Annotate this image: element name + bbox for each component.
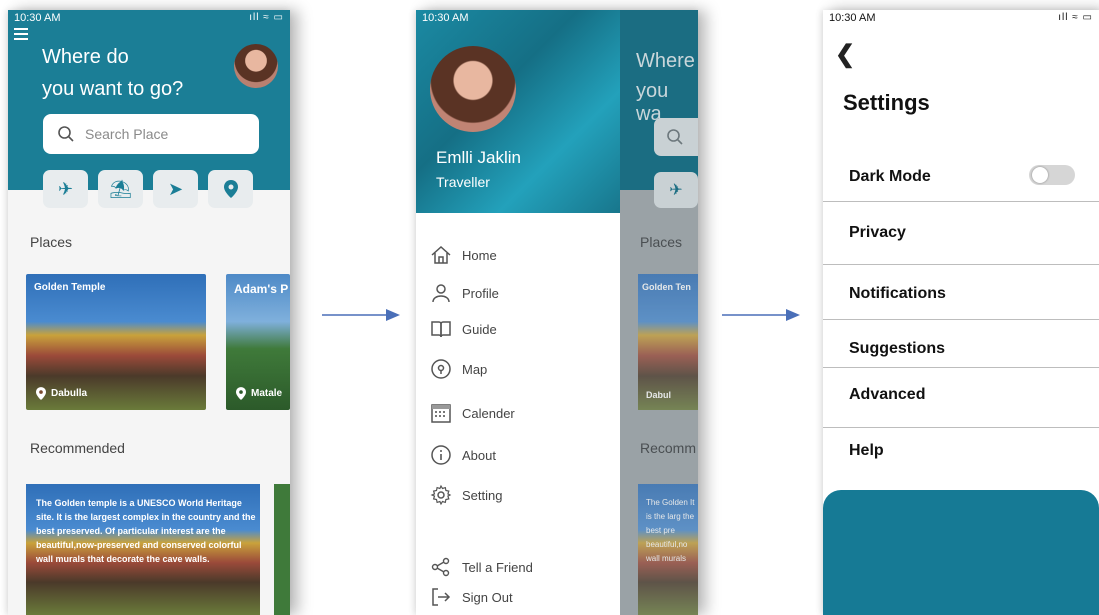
book-icon — [431, 321, 451, 338]
underlying-search — [654, 118, 698, 156]
bottom-panel — [823, 490, 1099, 615]
recommended-heading: Recommended — [30, 440, 125, 456]
chevron-left-icon[interactable]: ❮ — [835, 40, 855, 69]
calendar-icon — [431, 404, 451, 423]
drawer-header: 10:30 AM Emlli Jaklin Traveller — [416, 10, 620, 213]
menu-item-map[interactable]: Map — [430, 358, 487, 380]
underlying-question-line1: Where — [636, 50, 695, 72]
place-location: Dabulla — [36, 387, 87, 400]
flow-arrow — [322, 309, 400, 321]
sign-out-icon — [432, 588, 451, 606]
location-pin-icon[interactable] — [208, 170, 253, 208]
settings-row-privacy[interactable]: Privacy — [823, 202, 1099, 265]
airplane-icon[interactable]: ✈ — [43, 170, 88, 208]
status-icons: ıll ≈ ▭ — [1058, 12, 1093, 23]
search-icon — [58, 126, 74, 142]
underlying-places-heading: Places — [640, 234, 683, 250]
places-heading: Places — [30, 234, 73, 250]
status-bar: 10:30 AM — [416, 10, 620, 28]
underlying-recommended-card: The Golden It is the larg the best pre b… — [638, 484, 698, 615]
header-question-line1: Where do — [42, 46, 129, 68]
menu-item-tell-a-friend[interactable]: Tell a Friend — [430, 556, 533, 578]
status-bar: 10:30 AM ıll ≈ ▭ — [8, 10, 290, 28]
place-card-golden-temple[interactable]: Golden Temple Dabulla — [26, 274, 206, 410]
underlying-place-card: Golden Ten Dabul — [638, 274, 698, 410]
settings-row-advanced[interactable]: Advanced — [823, 368, 1099, 428]
airplane-icon: ✈ — [654, 172, 698, 208]
dark-mode-toggle[interactable] — [1029, 165, 1075, 185]
side-drawer: 10:30 AM Emlli Jaklin Traveller Home Pro… — [416, 10, 620, 615]
header-question-line2: you want to go? — [42, 78, 184, 100]
user-name: Emlli Jaklin — [436, 148, 522, 167]
status-time: 10:30 AM — [422, 12, 469, 24]
menu-item-calender[interactable]: Calender — [430, 402, 515, 424]
underlying-home-screen: Where you wa ✈ Places Golden Ten Dabul R… — [620, 10, 698, 615]
info-icon — [431, 445, 451, 465]
recommended-card-next[interactable] — [274, 484, 290, 615]
menu-item-guide[interactable]: Guide — [430, 318, 497, 340]
status-bar: 10:30 AM ıll ≈ ▭ — [823, 10, 1099, 28]
navigation-arrow-icon[interactable]: ➤ — [153, 170, 198, 208]
settings-row-notifications[interactable]: Notifications — [823, 265, 1099, 320]
profile-avatar[interactable] — [430, 46, 516, 132]
map-pin-icon — [431, 359, 451, 379]
status-time: 10:30 AM — [829, 12, 876, 24]
menu-item-about[interactable]: About — [430, 444, 496, 466]
menu-item-sign-out[interactable]: Sign Out — [430, 586, 513, 608]
home-icon — [431, 245, 451, 264]
location-pin-icon — [236, 387, 246, 400]
category-buttons: ✈ ⛱ ➤ — [43, 170, 253, 208]
place-title: Adam's P — [234, 282, 289, 296]
settings-row-help[interactable]: Help — [823, 428, 1099, 480]
avatar[interactable] — [234, 44, 278, 88]
settings-screen: 10:30 AM ıll ≈ ▭ ❮ Settings Dark Mode Pr… — [823, 10, 1099, 615]
location-pin-icon — [36, 387, 46, 400]
status-time: 10:30 AM — [14, 12, 61, 24]
menu-item-setting[interactable]: Setting — [430, 484, 502, 506]
drawer-screen: Where you wa ✈ Places Golden Ten Dabul R… — [416, 10, 698, 615]
profile-icon — [432, 284, 450, 303]
toggle-knob — [1032, 167, 1048, 183]
menu-item-profile[interactable]: Profile — [430, 282, 499, 304]
underlying-recommended-heading: Recomm — [640, 440, 697, 456]
place-location: Matale — [236, 387, 282, 400]
flow-arrow — [722, 309, 800, 321]
home-header: 10:30 AM ıll ≈ ▭ Where do you want to go… — [8, 10, 290, 190]
place-card-adams-peak[interactable]: Adam's P Matale — [226, 274, 290, 410]
search-input[interactable]: Search Place — [43, 114, 259, 154]
share-icon — [431, 557, 450, 577]
place-title: Golden Temple — [34, 282, 106, 293]
gear-icon — [430, 484, 452, 506]
user-role: Traveller — [436, 174, 490, 190]
recommended-card[interactable]: The Golden temple is a UNESCO World Heri… — [26, 484, 260, 615]
home-screen: 10:30 AM ıll ≈ ▭ Where do you want to go… — [8, 10, 290, 615]
settings-row-suggestions[interactable]: Suggestions — [823, 320, 1099, 368]
status-icons: ıll ≈ ▭ — [249, 12, 284, 23]
hamburger-menu-icon[interactable] — [14, 28, 28, 43]
search-icon — [667, 129, 683, 145]
recommended-description: The Golden temple is a UNESCO World Heri… — [36, 498, 256, 564]
beach-umbrella-icon[interactable]: ⛱ — [98, 170, 143, 208]
search-placeholder: Search Place — [85, 126, 169, 142]
menu-item-home[interactable]: Home — [430, 244, 497, 266]
page-title: Settings — [843, 90, 930, 115]
